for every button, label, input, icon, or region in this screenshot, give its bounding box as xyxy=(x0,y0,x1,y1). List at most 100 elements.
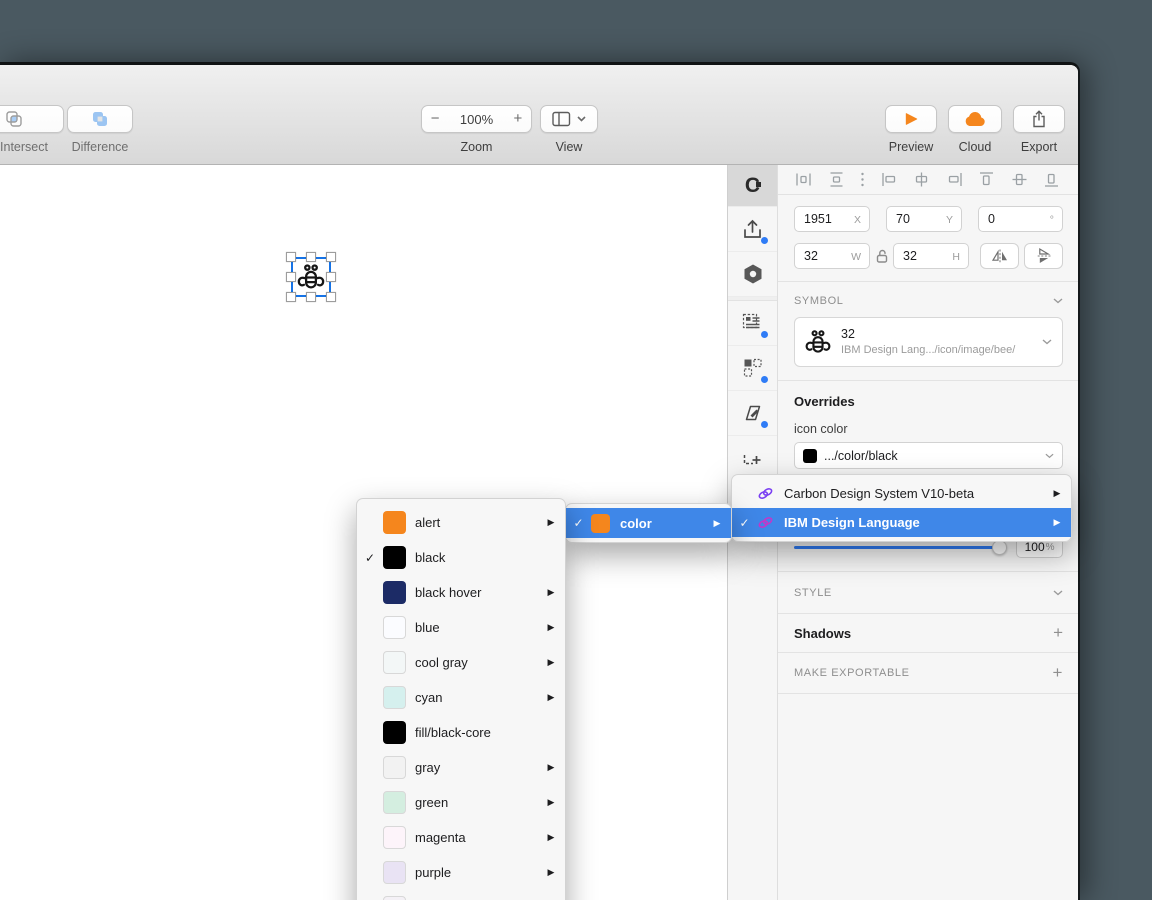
color-menu-item[interactable]: ✓black xyxy=(357,540,565,575)
color-swatch xyxy=(383,861,406,884)
submenu-arrow-icon: ▶ xyxy=(537,657,565,668)
library-menu-item[interactable]: ✓ IBM Design Language▶ xyxy=(732,508,1071,537)
color-menu-item[interactable]: green▶ xyxy=(357,785,565,820)
align-center-horizontal-icon[interactable] xyxy=(913,171,930,188)
add-export-button[interactable]: + xyxy=(1052,663,1063,683)
notification-dot xyxy=(761,421,768,428)
more-options-icon[interactable] xyxy=(860,171,865,188)
difference-button[interactable] xyxy=(67,105,133,133)
pen-frame-icon xyxy=(742,403,764,423)
library-context-menu: Carbon Design System V10-beta▶✓ IBM Desi… xyxy=(731,474,1072,542)
carbon-plugin-button[interactable]: C xyxy=(728,165,777,207)
resize-handle-e[interactable] xyxy=(326,272,336,282)
preview-button[interactable] xyxy=(885,105,937,133)
notification-dot xyxy=(761,331,768,338)
color-menu-item[interactable]: blue▶ xyxy=(357,610,565,645)
checker-squares-icon xyxy=(743,358,763,378)
color-menu-item[interactable]: magenta▶ xyxy=(357,820,565,855)
align-left-icon[interactable] xyxy=(881,171,898,188)
selected-layer-bee[interactable] xyxy=(291,257,331,297)
color-values-menu: alert▶✓blackblack hover▶blue▶cool gray▶c… xyxy=(356,498,566,900)
color-menu-item[interactable]: fill/black-core xyxy=(357,715,565,750)
resize-handle-se[interactable] xyxy=(326,292,336,302)
chevron-down-icon xyxy=(577,116,586,122)
align-top-icon[interactable] xyxy=(978,171,995,188)
menu-item-label: purple xyxy=(415,865,537,880)
color-menu-item[interactable]: alert▶ xyxy=(357,505,565,540)
submenu-arrow-icon: ▶ xyxy=(537,832,565,843)
height-field[interactable]: H xyxy=(893,243,969,269)
menu-item-label: fill/black-core xyxy=(415,725,537,740)
difference-label: Difference xyxy=(55,140,145,154)
color-swatch xyxy=(383,651,406,674)
x-field[interactable]: X xyxy=(794,206,870,232)
resize-handle-nw[interactable] xyxy=(286,252,296,262)
zoom-in-button[interactable]: + xyxy=(505,106,531,132)
swap-symbols-plugin-button[interactable] xyxy=(728,346,777,391)
resize-handle-w[interactable] xyxy=(286,272,296,282)
hexagon-nut-icon xyxy=(742,263,764,285)
color-swatch xyxy=(383,756,406,779)
opacity-slider[interactable] xyxy=(794,546,1005,549)
submenu-arrow-icon: ▶ xyxy=(703,518,731,529)
opacity-value: 100 xyxy=(1025,540,1045,554)
color-menu-item[interactable]: black hover▶ xyxy=(357,575,565,610)
bee-icon xyxy=(296,262,326,292)
cloud-button[interactable] xyxy=(948,105,1002,133)
color-menu-item[interactable]: purple▶ xyxy=(357,855,565,890)
alignment-toolbar xyxy=(778,165,1078,195)
style-section-header[interactable]: STYLE xyxy=(778,572,1078,614)
lock-ratio-button[interactable] xyxy=(870,249,893,263)
symbol-path: IBM Design Lang.../icon/image/bee/ xyxy=(841,343,1042,358)
upload-plugin-button[interactable] xyxy=(728,207,777,252)
rotation-field[interactable]: ° xyxy=(978,206,1063,232)
color-menu-item[interactable]: cyan▶ xyxy=(357,680,565,715)
align-bottom-icon[interactable] xyxy=(1043,171,1060,188)
color-menu-item[interactable]: cool gray▶ xyxy=(357,645,565,680)
color-menu-item[interactable]: gray▶ xyxy=(357,750,565,785)
distribute-horizontal-icon[interactable] xyxy=(795,171,812,188)
make-exportable-row: MAKE EXPORTABLE + xyxy=(778,653,1078,694)
make-exportable-label: MAKE EXPORTABLE xyxy=(794,667,910,679)
distribute-vertical-icon[interactable] xyxy=(828,171,845,188)
color-swatch xyxy=(383,546,406,569)
color-menu-item[interactable] xyxy=(357,890,565,900)
intersect-button[interactable] xyxy=(0,105,64,133)
menu-item-label: black hover xyxy=(415,585,537,600)
width-field[interactable]: W xyxy=(794,243,870,269)
align-middle-vertical-icon[interactable] xyxy=(1011,171,1028,188)
resize-handle-ne[interactable] xyxy=(326,252,336,262)
flip-vertical-icon xyxy=(1037,247,1051,265)
y-unit-label: Y xyxy=(946,214,953,226)
edit-shape-plugin-button[interactable] xyxy=(728,391,777,436)
color-group-menu-item[interactable]: ✓color▶ xyxy=(566,508,731,538)
menu-item-label: gray xyxy=(415,760,537,775)
flip-horizontal-button[interactable] xyxy=(980,243,1019,269)
library-menu-item[interactable]: Carbon Design System V10-beta▶ xyxy=(732,479,1071,508)
color-swatch xyxy=(591,514,610,533)
hexagon-plugin-button[interactable] xyxy=(728,252,777,297)
menu-item-label: black xyxy=(415,550,537,565)
layout-plugin-button[interactable] xyxy=(728,301,777,346)
view-label: View xyxy=(540,140,598,154)
menu-item-label: green xyxy=(415,795,537,810)
flip-vertical-button[interactable] xyxy=(1024,243,1063,269)
align-right-icon[interactable] xyxy=(946,171,963,188)
zoom-out-button[interactable]: − xyxy=(422,106,448,132)
export-button[interactable] xyxy=(1013,105,1065,133)
submenu-arrow-icon: ▶ xyxy=(1043,488,1071,499)
view-button[interactable] xyxy=(540,105,598,133)
menu-item-label: cyan xyxy=(415,690,537,705)
symbol-selector[interactable]: 32 IBM Design Lang.../icon/image/bee/ xyxy=(794,317,1063,367)
add-shadow-button[interactable]: + xyxy=(1053,623,1063,643)
submenu-arrow-icon: ▶ xyxy=(1043,517,1071,528)
black-swatch xyxy=(803,449,817,463)
icon-color-dropdown[interactable]: .../color/black xyxy=(794,442,1063,469)
resize-handle-s[interactable] xyxy=(306,292,316,302)
y-field[interactable]: Y xyxy=(886,206,962,232)
resize-handle-n[interactable] xyxy=(306,252,316,262)
zoom-level[interactable]: 100% xyxy=(454,112,499,127)
chevron-down-icon[interactable] xyxy=(1053,298,1063,304)
resize-handle-sw[interactable] xyxy=(286,292,296,302)
upload-icon xyxy=(742,219,763,240)
